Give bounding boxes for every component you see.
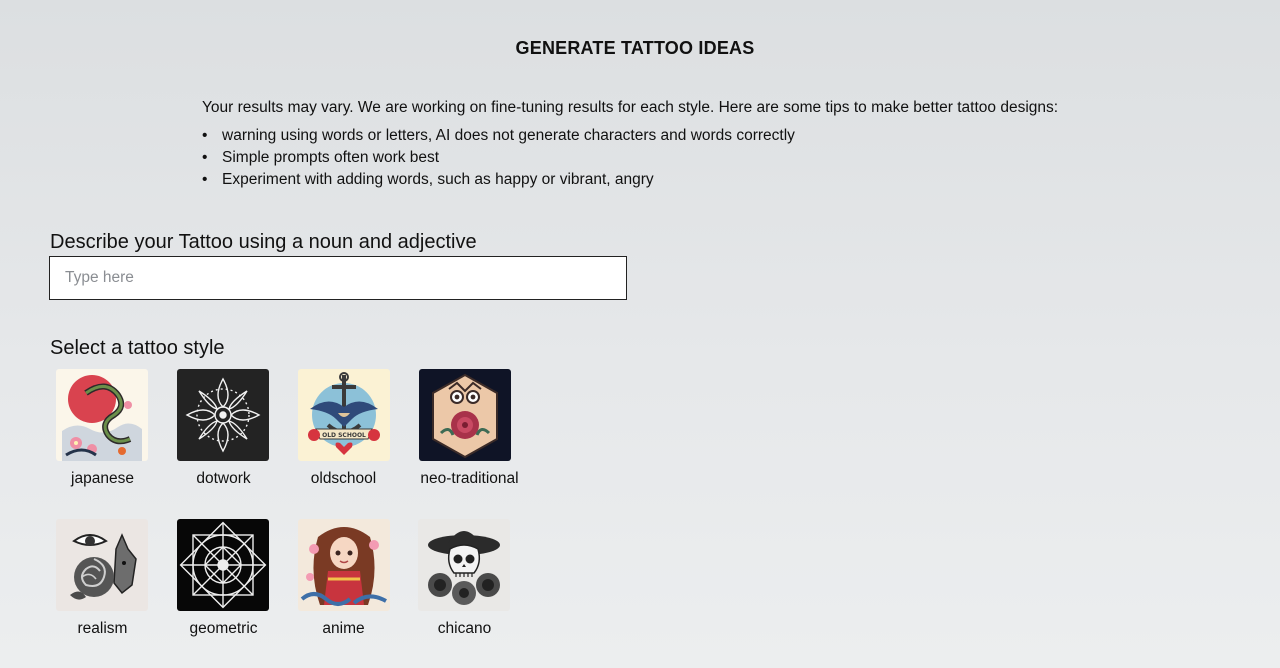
geometric-mandala-image: [177, 519, 269, 611]
style-option-japanese[interactable]: japanese: [42, 369, 163, 488]
wolf-rose-eye-image: [56, 519, 148, 611]
prompt-label: Describe your Tattoo using a noun and ad…: [50, 231, 477, 253]
style-option-anime[interactable]: anime: [283, 519, 404, 638]
tattoo-description-input[interactable]: [49, 256, 627, 300]
style-option-chicano[interactable]: chicano: [404, 519, 525, 638]
badge-text: OLD SCHOOL: [322, 432, 366, 439]
tip-item: Experiment with adding words, such as ha…: [202, 169, 1058, 191]
style-label: anime: [322, 620, 365, 637]
tips-section: Your results may vary. We are working on…: [202, 99, 1058, 191]
tips-list: warning using words or letters, AI does …: [202, 125, 1058, 191]
style-option-oldschool[interactable]: OLD SCHOOL oldschool: [283, 369, 404, 488]
dragon-wave-image: [56, 369, 148, 461]
style-section-label: Select a tattoo style: [50, 337, 225, 359]
style-label: oldschool: [310, 470, 377, 487]
owl-rose-image: [419, 369, 511, 461]
tip-item: warning using words or letters, AI does …: [202, 125, 1058, 147]
style-label: geometric: [189, 620, 258, 637]
style-option-neo-traditional[interactable]: neo-traditional: [409, 369, 530, 488]
skull-sombrero-image: [418, 519, 510, 611]
mandala-image: [177, 369, 269, 461]
page-title: GENERATE TATTOO IDEAS: [515, 38, 755, 58]
style-label: chicano: [437, 620, 492, 637]
style-label: realism: [77, 620, 128, 637]
tip-item: Simple prompts often work best: [202, 147, 1058, 169]
tips-intro: Your results may vary. We are working on…: [202, 99, 1059, 116]
style-label: japanese: [71, 470, 134, 487]
style-option-geometric[interactable]: geometric: [163, 519, 284, 638]
anime-girl-image: [298, 519, 390, 611]
swallow-anchor-image: OLD SCHOOL: [298, 369, 390, 461]
style-label: dotwork: [196, 470, 251, 487]
style-option-realism[interactable]: realism: [42, 519, 163, 638]
style-option-dotwork[interactable]: dotwork: [163, 369, 284, 488]
style-label: neo-traditional: [420, 470, 519, 487]
